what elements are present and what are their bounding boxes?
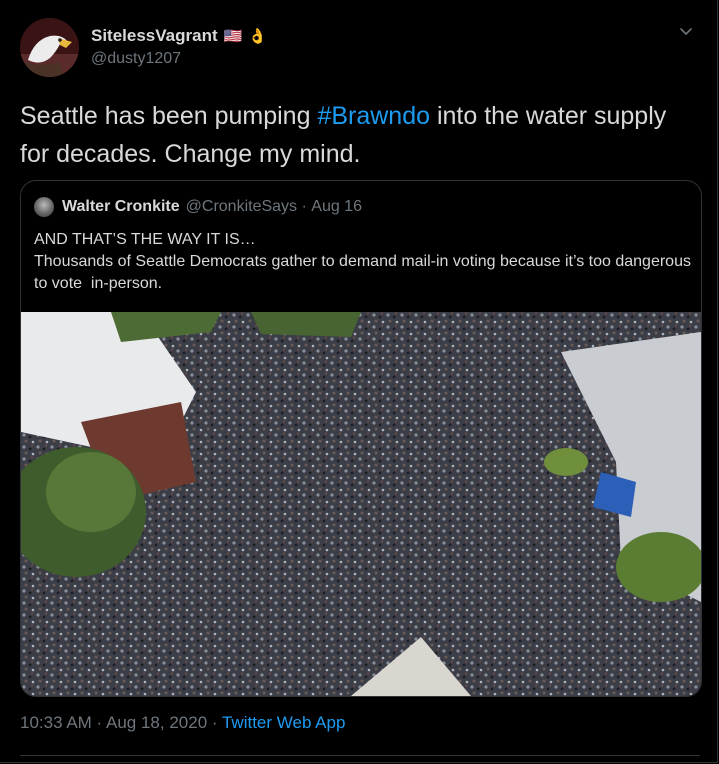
quoted-handle[interactable]: @CronkiteSays [186, 198, 297, 216]
source-app-link[interactable]: Twitter Web App [222, 713, 345, 732]
hashtag-link[interactable]: #Brawndo [317, 102, 430, 130]
tweet-text-before: Seattle has been pumping [20, 102, 318, 130]
tweet-time[interactable]: 10:33 AM [20, 713, 92, 732]
tweet-header: SitelessVagrant 🇺🇸 👌 @dusty1207 [20, 18, 700, 78]
quoted-date[interactable]: Aug 16 [311, 198, 362, 216]
tweet-text: Seattle has been pumping #Brawndo into t… [20, 97, 700, 173]
ok-hand-icon: 👌 [248, 28, 267, 45]
crowd-photo[interactable] [21, 312, 701, 696]
chevron-down-icon[interactable] [678, 24, 694, 40]
quoted-avatar[interactable] [34, 197, 54, 217]
quoted-tweet-header: Walter Cronkite @CronkiteSays · Aug 16 [34, 196, 362, 218]
footer-divider [20, 755, 700, 756]
flag-icon: 🇺🇸 [223, 28, 243, 45]
quoted-separator: · [297, 198, 312, 215]
quoted-text: AND THAT’S THE WAY IT IS… Thousands of S… [34, 229, 694, 295]
footer-separator-2: · [207, 713, 222, 732]
avatar[interactable] [20, 18, 79, 77]
quoted-text-line2: Thousands of Seattle Democrats gather to… [34, 253, 696, 292]
quoted-tweet[interactable]: Walter Cronkite @CronkiteSays · Aug 16 A… [20, 180, 702, 697]
display-name[interactable]: SitelessVagrant [91, 26, 218, 46]
tweet-footer: 10:33 AM · Aug 18, 2020 · Twitter Web Ap… [20, 713, 345, 733]
quoted-text-line1: AND THAT’S THE WAY IT IS… [34, 231, 256, 248]
footer-separator-1: · [91, 713, 106, 732]
quoted-display-name[interactable]: Walter Cronkite [62, 198, 180, 216]
eagle-avatar-image [20, 18, 79, 77]
tweet-date[interactable]: Aug 18, 2020 [106, 713, 207, 732]
handle[interactable]: @dusty1207 [91, 50, 181, 68]
display-name-row[interactable]: SitelessVagrant 🇺🇸 👌 [91, 26, 267, 46]
